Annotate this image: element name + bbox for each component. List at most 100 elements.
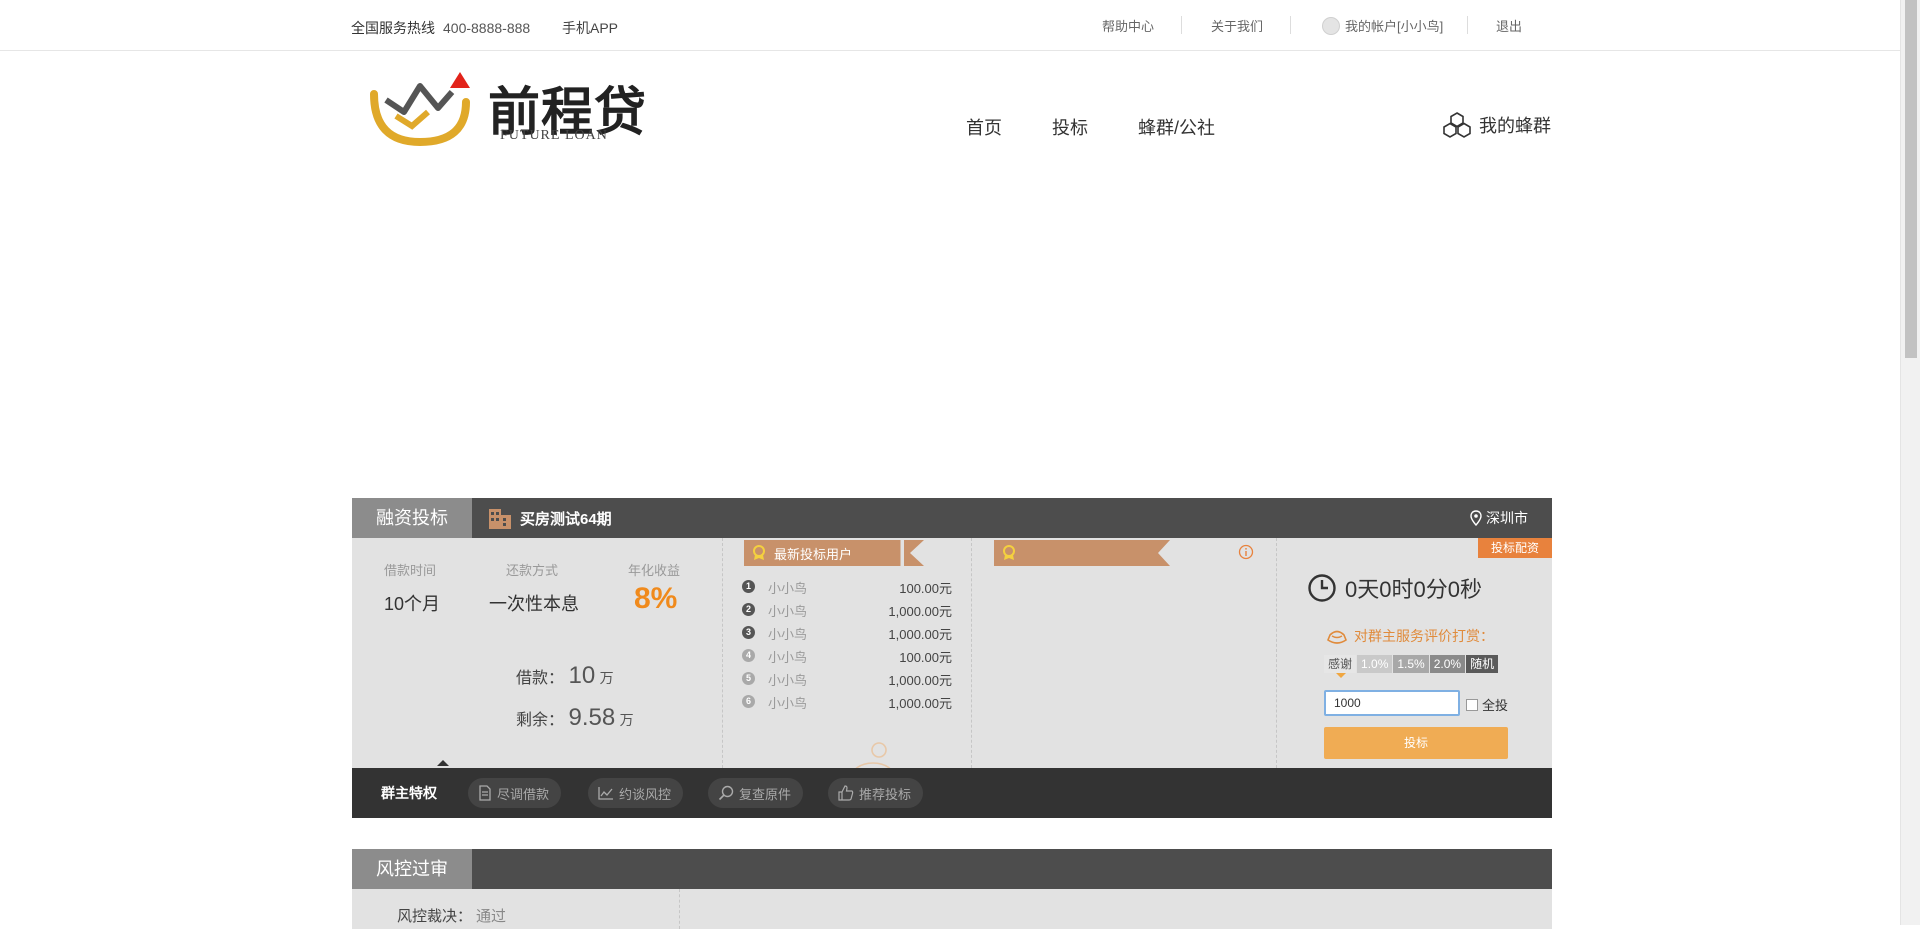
review-originals-button[interactable]: 复查原件 bbox=[708, 778, 804, 808]
privilege-tab[interactable]: 群主特权 bbox=[381, 760, 449, 818]
info-icon[interactable] bbox=[1238, 544, 1254, 560]
invest-all-label: 全投 bbox=[1482, 698, 1509, 713]
avatar bbox=[1322, 16, 1340, 35]
risk-panel: 风控过审 风控裁决： 通过 bbox=[352, 849, 1552, 929]
nav-home[interactable]: 首页 bbox=[966, 114, 1002, 140]
yield-label: 年化收益 bbox=[628, 563, 681, 578]
top-bar: 全国服务热线 400-8888-888 手机APP 帮助中心 关于我们 我的帐户[… bbox=[0, 0, 1900, 51]
checkbox[interactable] bbox=[1466, 698, 1478, 711]
bidders-list: 1 小小鸟 100.00元 2 小小鸟 1,000.00元 3 小小鸟 1,00… bbox=[742, 576, 952, 714]
rank-badge: 3 bbox=[742, 626, 755, 639]
hat-icon bbox=[1327, 630, 1347, 644]
about-us-link[interactable]: 关于我们 bbox=[1211, 16, 1263, 35]
risk-interview-button[interactable]: 约谈风控 bbox=[588, 778, 684, 808]
loan-title[interactable]: 买房测试64期 bbox=[488, 498, 612, 538]
bidder-name: 小小鸟 bbox=[768, 604, 808, 619]
reward-option-random[interactable]: 随机 bbox=[1466, 655, 1499, 673]
loan-panel: 融资投标 买房测试64期 深圳市 借款时间 还款方式 年化收益 10个月 一次性… bbox=[352, 498, 1552, 818]
reward-option-1[interactable]: 1.0% bbox=[1357, 655, 1393, 673]
column-divider bbox=[722, 538, 723, 768]
loan-title-text: 买房测试64期 bbox=[520, 510, 612, 528]
latest-bidders-ribbon: 最新投标用户 bbox=[744, 540, 922, 566]
nav-hive-commune[interactable]: 蜂群/公社 bbox=[1138, 114, 1215, 140]
list-item: 2 小小鸟 1,000.00元 bbox=[742, 599, 952, 622]
loan-amount: 借款： 10 万 bbox=[516, 662, 614, 690]
ribbon-tail bbox=[904, 540, 924, 566]
invest-button[interactable]: 投标 bbox=[1324, 727, 1508, 759]
bidder-name: 小小鸟 bbox=[768, 673, 808, 688]
risk-decision-value: 通过 bbox=[476, 908, 507, 925]
help-center-link[interactable]: 帮助中心 bbox=[1102, 16, 1154, 35]
thumbs-up-icon bbox=[838, 785, 854, 801]
loan-amount-label: 借款： bbox=[516, 670, 565, 687]
reward-option-1-5[interactable]: 1.5% bbox=[1393, 655, 1429, 673]
invest-all-checkbox[interactable]: 全投 bbox=[1466, 695, 1508, 714]
divider bbox=[1181, 16, 1182, 34]
column-divider bbox=[971, 538, 972, 768]
logo-mark-icon bbox=[370, 72, 470, 147]
risk-decision: 风控裁决： 通过 bbox=[397, 905, 506, 926]
countdown-text: 0天0时0分0秒 bbox=[1345, 577, 1482, 602]
my-hive-link[interactable]: 我的蜂群 bbox=[1443, 112, 1551, 138]
reward-options: 感谢 1.0% 1.5% 2.0% 随机 bbox=[1324, 655, 1499, 678]
logo[interactable]: 前程贷 FUTURE LOAN bbox=[368, 70, 648, 150]
privilege-bar: 群主特权 尽调借款 约谈风控 复查原件 推荐投标 bbox=[352, 760, 1552, 818]
hotline: 全国服务热线 400-8888-888 bbox=[351, 18, 530, 38]
risk-panel-tag: 风控过审 bbox=[352, 849, 472, 889]
reward-prompt: 对群主服务评价打赏： bbox=[1326, 626, 1494, 646]
latest-bidders-title: 最新投标用户 bbox=[774, 546, 853, 562]
repay-value: 一次性本息 bbox=[489, 594, 579, 614]
loan-panel-header: 融资投标 买房测试64期 深圳市 bbox=[352, 498, 1552, 538]
loan-panel-tag: 融资投标 bbox=[352, 498, 472, 538]
loan-city-text: 深圳市 bbox=[1486, 510, 1528, 526]
due-diligence-button[interactable]: 尽调借款 bbox=[468, 778, 562, 808]
mobile-app-link[interactable]: 手机APP bbox=[562, 18, 618, 38]
remaining-amount: 剩余： 9.58 万 bbox=[516, 704, 634, 732]
my-hive-label: 我的蜂群 bbox=[1479, 116, 1551, 136]
bidder-amount: 100.00元 bbox=[899, 650, 952, 665]
location-pin-icon bbox=[1470, 510, 1482, 526]
financing-tag[interactable]: 投标配资 bbox=[1478, 538, 1552, 558]
bidder-name: 小小鸟 bbox=[768, 696, 808, 711]
medal-icon bbox=[753, 545, 765, 560]
due-diligence-label: 尽调借款 bbox=[497, 786, 550, 802]
clock-icon bbox=[1308, 574, 1336, 602]
bidder-name: 小小鸟 bbox=[768, 650, 808, 665]
column-divider bbox=[679, 889, 680, 929]
reward-label: 对群主服务评价打赏： bbox=[1354, 628, 1494, 644]
loan-panel-body: 借款时间 还款方式 年化收益 10个月 一次性本息 8% 借款： 10 万 剩余… bbox=[352, 538, 1552, 798]
hive-icon bbox=[1443, 112, 1471, 138]
reward-option-2[interactable]: 2.0% bbox=[1429, 655, 1466, 673]
risk-panel-header: 风控过审 bbox=[352, 849, 1552, 889]
risk-decision-label: 风控裁决： bbox=[397, 908, 473, 925]
bidder-amount: 1,000.00元 bbox=[888, 673, 952, 688]
invest-amount-input[interactable]: 1000 bbox=[1324, 690, 1460, 716]
remaining-unit: 万 bbox=[619, 712, 634, 728]
bidder-amount: 1,000.00元 bbox=[888, 696, 952, 711]
reward-option-thanks[interactable]: 感谢 bbox=[1324, 655, 1357, 678]
bidder-amount: 100.00元 bbox=[899, 581, 952, 596]
chart-line-icon bbox=[598, 787, 613, 800]
scrollbar-thumb[interactable] bbox=[1905, 0, 1917, 358]
my-account-link[interactable]: 我的帐户[小小鸟] bbox=[1322, 16, 1443, 35]
list-item: 6 小小鸟 1,000.00元 bbox=[742, 691, 952, 714]
remaining-value: 9.58 bbox=[568, 704, 616, 731]
document-icon bbox=[479, 785, 491, 801]
yield-value: 8% bbox=[634, 582, 678, 615]
medal-icon bbox=[1003, 545, 1015, 560]
term-value: 10个月 bbox=[384, 594, 441, 614]
loan-amount-value: 10 bbox=[568, 662, 596, 689]
bidder-amount: 1,000.00元 bbox=[888, 604, 952, 619]
my-account-label: 我的帐户[小小鸟] bbox=[1345, 19, 1444, 34]
column-divider bbox=[1276, 538, 1277, 768]
recommend-invest-button[interactable]: 推荐投标 bbox=[828, 778, 924, 808]
list-item: 4 小小鸟 100.00元 bbox=[742, 645, 952, 668]
bidder-name: 小小鸟 bbox=[768, 581, 808, 596]
logo-subtext: FUTURE LOAN bbox=[500, 128, 608, 143]
logout-link[interactable]: 退出 bbox=[1496, 16, 1522, 35]
nav-invest[interactable]: 投标 bbox=[1052, 114, 1088, 140]
list-item: 3 小小鸟 1,000.00元 bbox=[742, 622, 952, 645]
page-scrollbar[interactable] bbox=[1900, 0, 1920, 925]
loan-amount-unit: 万 bbox=[599, 670, 614, 686]
loan-city: 深圳市 bbox=[1470, 498, 1528, 538]
